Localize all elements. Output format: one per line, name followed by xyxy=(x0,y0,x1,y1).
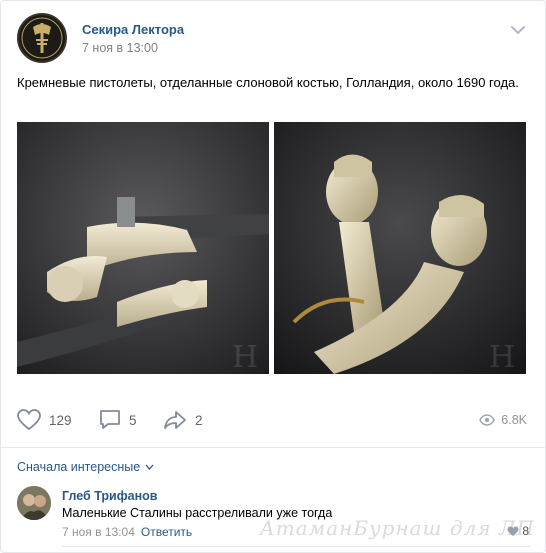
pistol-heads-image: H xyxy=(274,122,526,374)
user-photo-icon xyxy=(17,486,51,520)
reply-button[interactable]: Ответить xyxy=(141,525,192,539)
share-icon xyxy=(164,411,186,429)
share-count: 2 xyxy=(195,412,203,428)
axe-logo-icon xyxy=(21,17,63,59)
comment-button[interactable]: 5 xyxy=(99,407,137,433)
view-count: 6.8K xyxy=(501,413,527,427)
comment-divider xyxy=(62,546,531,547)
like-count: 129 xyxy=(49,412,72,428)
eye-icon xyxy=(479,414,496,426)
post-author[interactable]: Секира Лектора xyxy=(82,22,184,37)
post-photo-pistol-heads[interactable]: H xyxy=(274,122,526,374)
divider xyxy=(1,447,546,448)
comment-icon xyxy=(100,410,120,429)
comment-date[interactable]: 7 ноя в 13:04 xyxy=(62,525,135,539)
post-photo-pistols[interactable]: H xyxy=(17,122,269,374)
pistols-image: H xyxy=(17,122,269,374)
comment-meta: 7 ноя в 13:04 Ответить xyxy=(62,525,192,539)
community-avatar[interactable] xyxy=(17,13,67,63)
svg-text:H: H xyxy=(489,340,515,374)
post-date[interactable]: 7 ноя в 13:00 xyxy=(82,41,158,55)
post-text: Кремневые пистолеты, отделанные слоновой… xyxy=(17,75,519,90)
comment-author[interactable]: Глеб Трифанов xyxy=(62,489,157,503)
heart-icon xyxy=(17,409,41,431)
like-button[interactable]: 129 xyxy=(17,407,72,433)
sort-label: Сначала интересные xyxy=(17,460,141,474)
svg-text:H: H xyxy=(232,340,258,374)
views-counter: 6.8K xyxy=(479,407,527,433)
chevron-down-icon xyxy=(145,464,154,470)
share-button[interactable]: 2 xyxy=(163,407,203,433)
comments-sort-dropdown[interactable]: Сначала интересные xyxy=(17,460,154,474)
post-actions: 129 5 2 6.8K xyxy=(17,401,531,439)
comment-avatar[interactable] xyxy=(17,486,51,520)
comment-count: 5 xyxy=(129,412,137,428)
watermark: АтаманБурнаш для ЛП xyxy=(259,516,535,540)
post-card: Секира Лектора 7 ноя в 13:00 Кремневые п… xyxy=(0,0,546,553)
post-header: Секира Лектора 7 ноя в 13:00 xyxy=(17,13,531,63)
chevron-down-icon[interactable] xyxy=(511,25,525,35)
